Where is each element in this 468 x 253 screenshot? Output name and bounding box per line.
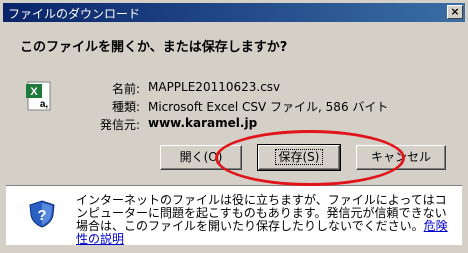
file-type-label: 種類: — [111, 100, 140, 114]
warning-message: インターネットのファイルは役に立ちますが、ファイルによってはコンピューターに問題… — [76, 193, 447, 233]
cancel-button-label: キャンセル — [370, 150, 431, 164]
close-button[interactable]: × — [447, 5, 463, 19]
svg-text:a,: a, — [40, 99, 49, 110]
file-source-label: 発信元: — [99, 118, 140, 132]
file-type-value: Microsoft Excel CSV ファイル, 586 バイト — [148, 100, 389, 114]
svg-text:?: ? — [37, 207, 46, 224]
warning-text: インターネットのファイルは役に立ちますが、ファイルによってはコンピューターに問題… — [76, 194, 456, 246]
cancel-button[interactable]: キャンセル — [356, 145, 446, 170]
shield-question-icon: ? — [29, 200, 55, 228]
excel-csv-file-icon: X a, — [26, 81, 51, 111]
save-button[interactable]: 保存(S) — [257, 144, 341, 171]
download-question: このファイルを開くか、または保存しますか? — [20, 40, 288, 55]
file-name-label: 名前: — [111, 82, 140, 96]
open-button-label: 開く(O) — [179, 150, 223, 164]
window-title: ファイルのダウンロード — [8, 7, 141, 21]
save-button-label: 保存(S) — [274, 149, 324, 165]
open-button[interactable]: 開く(O) — [160, 145, 242, 170]
download-dialog: ファイルのダウンロード × このファイルを開くか、または保存しますか? X a,… — [0, 0, 468, 253]
file-source-value: www.karamel.jp — [148, 116, 258, 130]
file-name-value: MAPPLE20110623.csv — [148, 80, 281, 94]
svg-text:X: X — [30, 86, 38, 98]
title-bar: ファイルのダウンロード × — [3, 3, 465, 22]
